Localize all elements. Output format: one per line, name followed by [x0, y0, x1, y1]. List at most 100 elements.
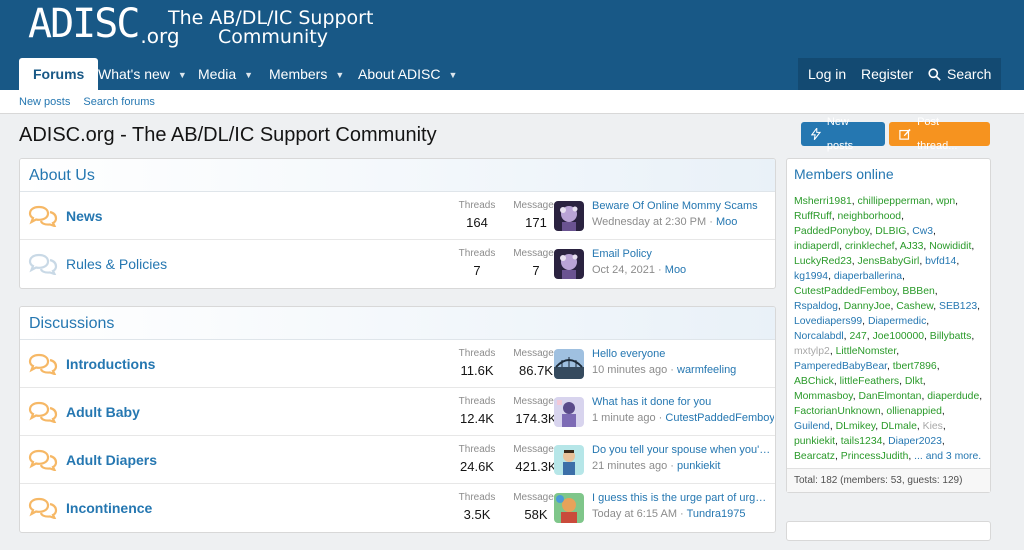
avatar[interactable]: [554, 349, 584, 379]
member-link[interactable]: Joe100000: [873, 331, 924, 342]
forum-link-adult-baby[interactable]: Adult Baby: [66, 404, 140, 420]
nav-tab-about[interactable]: About ADISC ▼: [358, 58, 457, 90]
member-link[interactable]: BBBen: [902, 286, 934, 297]
member-link[interactable]: LittleNomster: [836, 346, 897, 357]
member-link[interactable]: SEB123: [939, 301, 977, 312]
subnav-search-forums[interactable]: Search forums: [83, 96, 155, 108]
search-button[interactable]: Search: [918, 58, 1002, 90]
member-link[interactable]: tbert7896: [893, 361, 937, 372]
member-link[interactable]: Norcalabdl: [794, 331, 844, 342]
member-link[interactable]: LuckyRed23: [794, 256, 852, 267]
member-link[interactable]: 247: [849, 331, 866, 342]
member-link[interactable]: ollienappied: [886, 406, 941, 417]
member-link[interactable]: littleFeathers: [840, 376, 899, 387]
member-link[interactable]: PrincessJudith: [841, 451, 909, 462]
member-link[interactable]: DLmale: [881, 421, 917, 432]
member-separator: ,: [977, 301, 981, 312]
member-link[interactable]: Cashew: [896, 301, 933, 312]
member-link[interactable]: Dlkt: [905, 376, 923, 387]
new-posts-button[interactable]: New posts: [801, 116, 885, 152]
member-link[interactable]: FactorianUnknown: [794, 406, 881, 417]
member-link[interactable]: Rspaldog: [794, 301, 838, 312]
nav-tab-forums[interactable]: Forums: [19, 58, 99, 90]
member-link[interactable]: mxtylp2: [794, 346, 830, 357]
member-link[interactable]: neighborhood: [838, 211, 902, 222]
member-link[interactable]: DLmikey: [836, 421, 876, 432]
forum-link-introductions[interactable]: Introductions: [66, 356, 155, 372]
nav-tab-whats-new[interactable]: What's new ▼: [98, 58, 187, 90]
member-link[interactable]: Msherri1981: [794, 196, 852, 207]
avatar[interactable]: [554, 445, 584, 475]
member-link[interactable]: Mommasboy: [794, 391, 853, 402]
member-link[interactable]: PamperedBabyBear: [794, 361, 887, 372]
member-link[interactable]: DLBIG: [875, 226, 906, 237]
last-post-user[interactable]: Tundra1975: [687, 508, 746, 520]
site-logo[interactable]: ADISC .org: [28, 4, 180, 48]
member-link[interactable]: Bearcatz: [794, 451, 835, 462]
member-link[interactable]: CutestPaddedFemboy: [794, 286, 897, 297]
avatar[interactable]: [554, 249, 584, 279]
bolt-icon: [811, 128, 821, 140]
last-post-title[interactable]: Beware Of Online Mommy Scams: [592, 200, 772, 212]
member-link[interactable]: PaddedPonyboy: [794, 226, 870, 237]
avatar[interactable]: [554, 397, 584, 427]
last-post-user[interactable]: warmfeeling: [677, 364, 736, 376]
member-link[interactable]: Cw3: [912, 226, 933, 237]
member-link[interactable]: Guilend: [794, 421, 830, 432]
member-link[interactable]: crinklechef: [845, 241, 895, 252]
member-link[interactable]: Diaper2023: [888, 436, 942, 447]
category-title[interactable]: Discussions: [20, 307, 775, 340]
search-label: Search: [947, 66, 992, 82]
avatar[interactable]: [554, 201, 584, 231]
chevron-down-icon[interactable]: ▼: [244, 70, 253, 80]
member-link[interactable]: JensBabyGirl: [858, 256, 920, 267]
chevron-down-icon[interactable]: ▼: [178, 70, 187, 80]
category-title[interactable]: About Us: [20, 159, 775, 192]
nav-tab-media[interactable]: Media ▼: [198, 58, 253, 90]
member-link[interactable]: RuffRuff: [794, 211, 832, 222]
last-post-user[interactable]: punkiekit: [677, 460, 720, 472]
member-link[interactable]: DannyJoe: [844, 301, 891, 312]
forum-link-incontinence[interactable]: Incontinence: [66, 500, 152, 516]
member-link[interactable]: chillipepperman: [858, 196, 931, 207]
member-link[interactable]: tails1234: [841, 436, 883, 447]
member-link[interactable]: indiaperdl: [794, 241, 839, 252]
forum-link-adult-diapers[interactable]: Adult Diapers: [66, 452, 157, 468]
more-members-link[interactable]: ... and 3 more.: [914, 451, 981, 462]
register-link[interactable]: Register: [851, 58, 924, 90]
member-link[interactable]: diaperdude: [927, 391, 979, 402]
chevron-down-icon[interactable]: ▼: [335, 70, 344, 80]
member-link[interactable]: ABChick: [794, 376, 834, 387]
member-link[interactable]: diaperballerina: [834, 271, 902, 282]
post-thread-button[interactable]: Post thread...: [889, 116, 990, 152]
member-link[interactable]: kg1994: [794, 271, 828, 282]
widget-title[interactable]: Members online: [787, 159, 990, 189]
last-post-meta: Wednesday at 2:30 PM · Moo: [592, 216, 738, 228]
member-link[interactable]: Billybatts: [930, 331, 972, 342]
last-post-title[interactable]: Hello everyone: [592, 348, 772, 360]
last-post-user[interactable]: CutestPaddedFemboy: [665, 412, 774, 424]
member-link[interactable]: bvfd14: [925, 256, 956, 267]
member-link[interactable]: Nowididit: [929, 241, 971, 252]
subnav-new-posts[interactable]: New posts: [19, 96, 70, 108]
member-link[interactable]: punkiekit: [794, 436, 835, 447]
member-link[interactable]: wpn: [936, 196, 955, 207]
last-post-title[interactable]: I guess this is the urge part of urge ..…: [592, 492, 772, 504]
avatar[interactable]: [554, 493, 584, 523]
forum-link-rules[interactable]: Rules & Policies: [66, 256, 167, 272]
member-link[interactable]: AJ33: [900, 241, 924, 252]
member-link[interactable]: Lovediapers99: [794, 316, 862, 327]
last-post-title[interactable]: Email Policy: [592, 248, 772, 260]
last-post-title[interactable]: What has it done for you: [592, 396, 772, 408]
last-post-user[interactable]: Moo: [665, 264, 686, 276]
member-link[interactable]: Diapermedic: [868, 316, 926, 327]
member-link[interactable]: DanElmontan: [858, 391, 921, 402]
member-link[interactable]: Kies: [923, 421, 943, 432]
chevron-down-icon[interactable]: ▼: [449, 70, 458, 80]
nav-tab-label: About ADISC: [358, 66, 441, 82]
last-post-user[interactable]: Moo: [716, 216, 737, 228]
last-post-title[interactable]: Do you tell your spouse when you're...: [592, 444, 772, 456]
nav-tab-members[interactable]: Members ▼: [269, 58, 344, 90]
login-link[interactable]: Log in: [798, 58, 857, 90]
forum-link-news[interactable]: News: [66, 208, 103, 224]
